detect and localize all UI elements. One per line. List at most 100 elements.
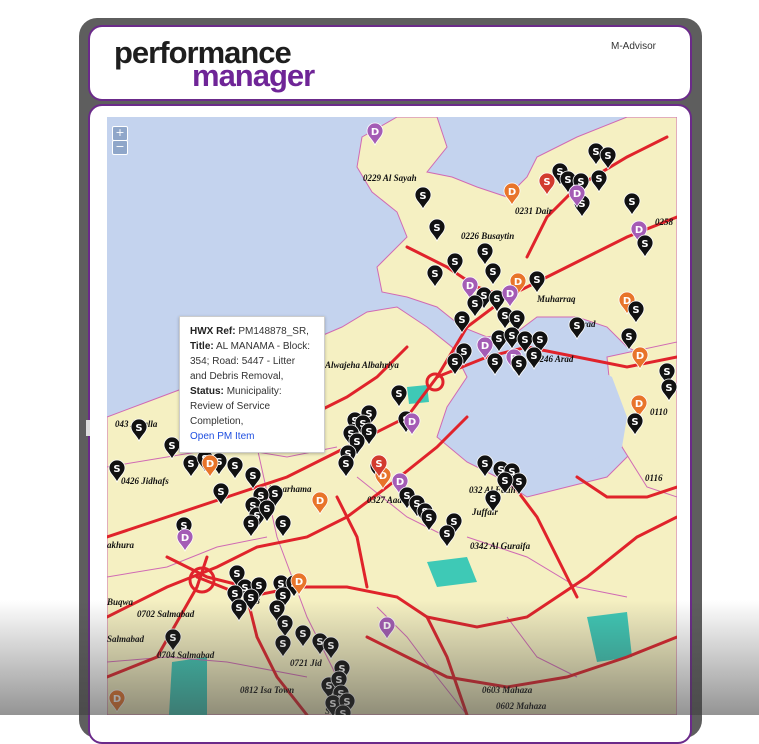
marker-letter: S (632, 305, 639, 316)
label-0258: 0258 (655, 217, 674, 227)
marker-letter: S (249, 471, 256, 482)
label-muharraq: Muharraq (536, 294, 576, 304)
zoom-out-button[interactable]: − (112, 140, 128, 155)
label-alwajeha: Alwajeha Albahriya (324, 360, 399, 370)
marker-letter: S (279, 519, 286, 530)
label-0231: 0231 Dair (515, 206, 553, 216)
marker-letter: S (515, 359, 522, 370)
marker-letter: D (113, 694, 121, 705)
marker-letter: S (604, 151, 611, 162)
logo-manager: manager (192, 58, 315, 93)
zoom-in-button[interactable]: + (112, 126, 128, 141)
marker-letter: S (451, 357, 458, 368)
marker-letter: S (327, 641, 334, 652)
marker-letter: S (233, 569, 240, 580)
marker-letter: S (515, 477, 522, 488)
popup-status: Status: Municipality: Review of Service … (190, 384, 314, 429)
marker-letter: S (433, 223, 440, 234)
label-0116: 0116 (645, 473, 663, 483)
marker-letter: S (628, 197, 635, 208)
marker-letter: S (491, 357, 498, 368)
marker-letter: S (135, 423, 142, 434)
marker-letter: S (255, 581, 262, 592)
marker-letter: S (231, 461, 238, 472)
marker-letter: S (425, 513, 432, 524)
label-0229: 0229 Al Sayah (363, 173, 417, 183)
marker-letter: S (375, 459, 382, 470)
marker-letter: S (489, 494, 496, 505)
marker-letter: S (543, 177, 550, 188)
marker-letter: D (506, 289, 514, 300)
marker-letter: S (187, 459, 194, 470)
user-label[interactable]: M-Advisor (611, 41, 656, 52)
marker-letter: D (573, 189, 581, 200)
marker-letter: S (335, 675, 342, 686)
marker-letter: D (635, 225, 643, 236)
marker-letter: D (636, 351, 644, 362)
marker-letter: S (169, 633, 176, 644)
open-pm-item-link[interactable]: Open PM Item (190, 431, 254, 442)
marker-letter: S (665, 383, 672, 394)
label-0342: 0342 Al Guraifa (470, 541, 531, 551)
scroll-handle[interactable] (86, 420, 90, 436)
label-0721: 0721 Jid (290, 658, 322, 668)
marker-letter: D (508, 187, 516, 198)
popup-ref-label: HWX Ref: (190, 326, 236, 337)
marker-letter: D (371, 127, 379, 138)
label-0602: 0602 Mahaza (496, 701, 547, 711)
marker-letter: D (316, 496, 324, 507)
marker-letter: D (206, 459, 214, 470)
marker-letter: S (168, 441, 175, 452)
marker-letter: D (635, 399, 643, 410)
marker-letter: S (495, 334, 502, 345)
label-0704: 0704 Salmabad (157, 650, 215, 660)
marker-letter: S (631, 417, 638, 428)
marker-popup: HWX Ref: PM148878_SR, Title: AL MANAMA -… (179, 316, 325, 453)
marker-letter: S (316, 637, 323, 648)
marker-letter: S (573, 321, 580, 332)
marker-letter: S (530, 351, 537, 362)
marker-letter: S (536, 335, 543, 346)
marker-letter: S (501, 311, 508, 322)
marker-letter: S (458, 315, 465, 326)
label-0426: 0426 Jidhafs (121, 476, 169, 486)
marker-letter: S (271, 489, 278, 500)
label-akhura: akhura (107, 540, 135, 550)
marker-letter: S (273, 604, 280, 615)
marker-letter: S (419, 191, 426, 202)
map-marker-s[interactable]: S (568, 316, 586, 340)
marker-letter: S (325, 681, 332, 692)
marker-letter: S (342, 459, 349, 470)
label-0812: 0812 Isa Town (240, 685, 294, 695)
label-salmabad: Salmabad (107, 634, 145, 644)
marker-letter: S (481, 247, 488, 258)
popup-title-label: Title: (190, 341, 214, 352)
marker-letter: S (247, 593, 254, 604)
label-0110: 0110 (650, 407, 668, 417)
popup-title: Title: AL MANAMA - Block: 354; Road: 544… (190, 339, 314, 384)
marker-letter: S (431, 269, 438, 280)
marker-letter: S (365, 427, 372, 438)
marker-letter: S (513, 314, 520, 325)
park-2 (169, 657, 207, 715)
marker-letter: D (396, 477, 404, 488)
marker-letter: S (217, 487, 224, 498)
marker-letter: D (481, 341, 489, 352)
marker-letter: S (279, 639, 286, 650)
marker-letter: S (451, 257, 458, 268)
popup-ref: HWX Ref: PM148878_SR, (190, 324, 314, 339)
marker-letter: S (481, 459, 488, 470)
marker-letter: S (592, 147, 599, 158)
marker-letter: S (235, 603, 242, 614)
marker-letter: S (489, 267, 496, 278)
marker-letter: D (383, 621, 391, 632)
marker-letter: S (471, 299, 478, 310)
marker-letter: S (281, 619, 288, 630)
marker-letter: S (533, 275, 540, 286)
marker-letter: S (493, 294, 500, 305)
marker-letter: S (508, 331, 515, 342)
marker-letter: S (353, 437, 360, 448)
marker-letter: S (329, 699, 336, 710)
marker-letter: S (663, 367, 670, 378)
marker-letter: S (625, 332, 632, 343)
